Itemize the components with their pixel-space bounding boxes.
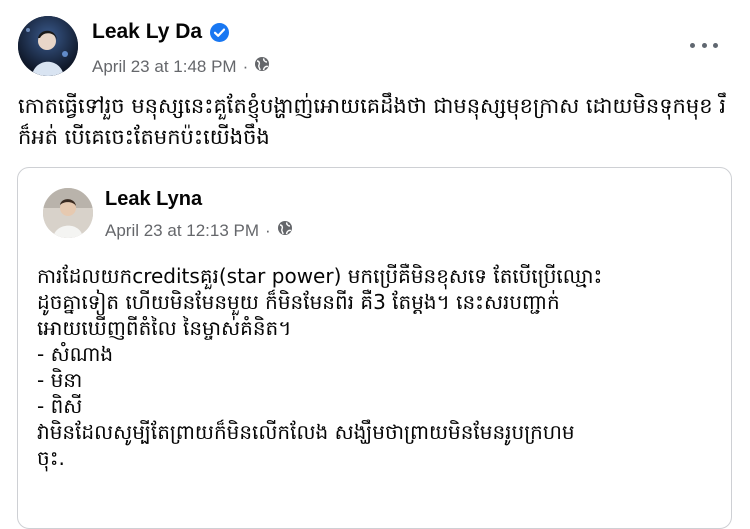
- shared-post-card[interactable]: Leak Lyna April 23 at 12:13 PM · ការដែលយ…: [17, 167, 732, 529]
- text-line: អោយឃើញពីតំលៃ នៃម្ចាស់គំនិត។: [37, 316, 292, 340]
- text-line: វាមិនដែលសូម្បីតែព្រាយក៏មិនលើកលែង សង្ឃឹមថ…: [37, 420, 575, 444]
- text-line: ដូចគ្នាទៀត ហើយមិនមែនមួយ ក៏មិនមែនពីរ គឺ3 …: [37, 290, 560, 314]
- post-caption: កោតធ្វើទៅរួច មនុស្សនេះគួតែខ្ញុំបង្ហាញ់អោ…: [18, 94, 726, 149]
- list-item: - សំណាង: [37, 342, 114, 366]
- post-timestamp[interactable]: April 23 at 1:48 PM: [92, 57, 237, 77]
- shared-post-text: ការដែលយកcreditsគួរ(star power) មកប្រើគឺម…: [37, 263, 717, 471]
- list-item: - ពិសី: [37, 394, 83, 418]
- text-line: ការដែលយកcreditsគួរ(star power) មកប្រើគឺម…: [37, 264, 603, 288]
- verified-badge-icon: [210, 22, 230, 42]
- post-meta: April 23 at 1:48 PM ·: [92, 56, 270, 77]
- globe-icon[interactable]: [277, 220, 293, 241]
- shared-author-avatar[interactable]: [43, 188, 93, 238]
- author-name-row: Leak Ly Da: [92, 18, 230, 46]
- author-name[interactable]: Leak Ly Da: [92, 18, 202, 46]
- shared-post-timestamp[interactable]: April 23 at 12:13 PM: [105, 221, 259, 241]
- list-item: - មិនា: [37, 368, 83, 392]
- shared-post-meta: April 23 at 12:13 PM ·: [105, 220, 293, 241]
- globe-icon[interactable]: [254, 56, 270, 77]
- facebook-post: Leak Ly Da April 23 at 1:48 PM · កោតធ្វើ…: [0, 0, 750, 529]
- author-avatar[interactable]: [18, 16, 78, 76]
- shared-author-name[interactable]: Leak Lyna: [105, 188, 202, 211]
- more-options-icon[interactable]: [690, 36, 718, 54]
- meta-separator: ·: [242, 56, 249, 76]
- text-line: ចុះ.: [37, 446, 65, 470]
- meta-separator: ·: [265, 220, 271, 240]
